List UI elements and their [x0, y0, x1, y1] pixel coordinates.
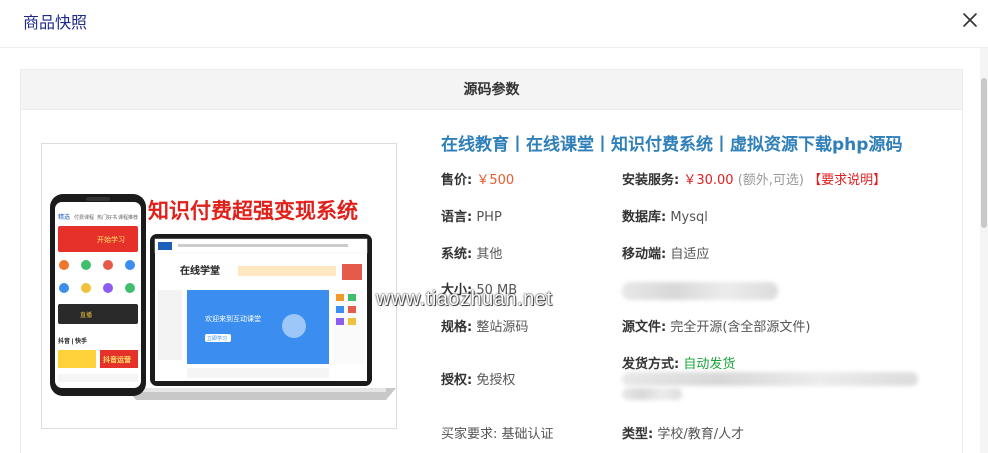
spec-license-value: 免授权 — [476, 373, 516, 388]
phone-notice: 抖音 | 快手 — [58, 337, 87, 345]
phone-promo: 抖音运营 — [103, 355, 131, 364]
spec-database-label: 数据库: — [622, 210, 667, 225]
image-headline: 知识付费超强变现系统 — [148, 199, 358, 223]
install-requirements-link[interactable]: 【要求说明】 — [808, 173, 886, 188]
redacted-field — [622, 282, 778, 300]
spec-type-label: 类型: — [622, 427, 654, 442]
spec-source-value: 完全开源(含全部源文件) — [670, 320, 811, 335]
spec-system-value: 其他 — [476, 247, 503, 262]
spec-language-value: PHP — [476, 210, 502, 225]
spec-install-label: 安装服务: — [622, 173, 680, 188]
spec-install-value: ￥30.00 — [683, 173, 734, 188]
laptop-graphic: 在线学堂 欢迎来到互动课堂 立即学习 — [126, 234, 396, 400]
product-image[interactable]: 知识付费超强变现系统 在线学堂 欢迎来到互动课堂 立即学习 精选 付费课程 热门… — [41, 143, 397, 429]
spec-source-label: 源文件: — [622, 320, 667, 335]
spec-language: 语言: PHP — [441, 209, 502, 227]
spec-norm-value: 整站源码 — [476, 320, 529, 335]
spec-database: 数据库: Mysql — [622, 209, 708, 227]
spec-mobile-value: 自适应 — [670, 247, 710, 262]
spec-language-label: 语言: — [441, 210, 473, 225]
spec-norm: 规格: 整站源码 — [441, 319, 528, 337]
phone-tab-1: 精选 — [58, 213, 70, 221]
spec-type-value: 学校/教育/人才 — [657, 427, 745, 442]
site-brand: 在线学堂 — [180, 264, 220, 277]
site-cta: 立即学习 — [207, 335, 227, 342]
phone-graphic: 精选 付费课程 热门好书 课程推荐 开始学习 直播 抖音 | 快手 抖音运营 — [50, 194, 146, 396]
dialog-title: 商品快照 — [23, 13, 88, 32]
close-icon — [963, 13, 977, 27]
spec-norm-label: 规格: — [441, 320, 473, 335]
scrollbar-thumb[interactable] — [981, 78, 987, 228]
redacted-field — [622, 372, 918, 386]
dialog-header: 商品快照 — [0, 0, 988, 48]
watermark: www.tiaozhuan.net — [376, 288, 553, 310]
spec-price: 售价: ￥500 — [441, 172, 514, 190]
spec-buyer-value: 基础认证 — [501, 427, 554, 442]
spec-buyer-label: 买家要求: — [441, 427, 498, 442]
spec-source: 源文件: 完全开源(含全部源文件) — [622, 319, 811, 337]
spec-license-label: 授权: — [441, 373, 473, 388]
spec-price-label: 售价: — [441, 173, 473, 188]
site-banner: 欢迎来到互动课堂 — [205, 314, 261, 323]
spec-system: 系统: 其他 — [441, 246, 502, 264]
spec-install-note: (额外,可选) — [737, 173, 804, 188]
spec-buyer: 买家要求: 基础认证 — [441, 426, 554, 444]
scrollbar[interactable] — [980, 48, 988, 453]
spec-database-value: Mysql — [670, 210, 708, 225]
spec-system-label: 系统: — [441, 247, 473, 262]
product-illustration: 知识付费超强变现系统 在线学堂 欢迎来到互动课堂 立即学习 精选 付费课程 热门… — [42, 144, 396, 428]
phone-tab-4: 课程推荐 — [118, 214, 138, 221]
panel-header: 源码参数 — [21, 70, 962, 110]
spec-shipping-label: 发货方式: — [622, 357, 680, 372]
close-button[interactable] — [958, 8, 982, 32]
redacted-field — [622, 388, 682, 400]
phone-live: 直播 — [80, 311, 92, 319]
spec-price-value: ￥500 — [476, 173, 515, 188]
spec-type: 类型: 学校/教育/人才 — [622, 426, 744, 444]
phone-tab-2: 付费课程 — [74, 214, 94, 221]
spec-mobile-label: 移动端: — [622, 247, 667, 262]
phone-tab-3: 热门好书 — [97, 214, 117, 221]
phone-banner: 开始学习 — [97, 235, 125, 244]
spec-mobile: 移动端: 自适应 — [622, 246, 709, 264]
product-title: 在线教育丨在线课堂丨知识付费系统丨虚拟资源下载php源码 — [441, 135, 903, 155]
spec-shipping-value: 自动发货 — [683, 357, 736, 372]
spec-license: 授权: 免授权 — [441, 372, 515, 390]
spec-panel: 源码参数 知识付费超强变现系统 在线学堂 欢迎来到互动课堂 立即学习 精选 付费… — [20, 69, 963, 453]
spec-install: 安装服务: ￥30.00 (额外,可选) 【要求说明】 — [622, 172, 886, 190]
